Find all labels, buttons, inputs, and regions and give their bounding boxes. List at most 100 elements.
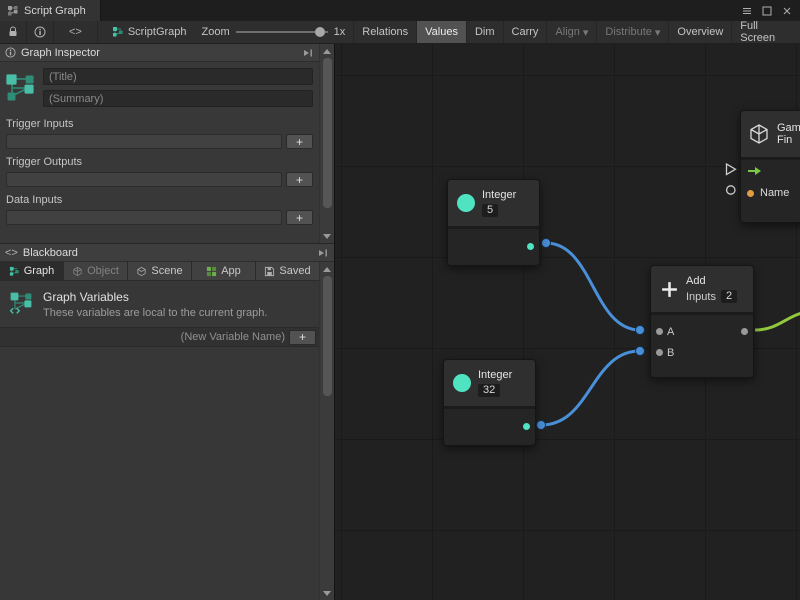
- output-port[interactable]: [523, 423, 530, 430]
- node-gameobject-find[interactable]: Gam Fin Name: [740, 110, 800, 223]
- add-trigger-output-button[interactable]: +: [286, 172, 313, 187]
- carry-button-label: Carry: [512, 26, 539, 38]
- node-integer-5[interactable]: Integer 5: [447, 179, 540, 266]
- tab-app-label: App: [221, 265, 241, 277]
- menu-icon: [742, 6, 752, 16]
- node-integer-32[interactable]: Integer 32: [443, 359, 536, 446]
- align-button[interactable]: Align ▾: [546, 21, 596, 43]
- window-tab-script-graph[interactable]: Script Graph: [0, 0, 101, 21]
- tab-scene[interactable]: Scene: [128, 262, 192, 280]
- input-port[interactable]: [727, 186, 735, 194]
- trigger-input-port[interactable]: [727, 164, 736, 175]
- graph-inspector-title: Graph Inspector: [21, 47, 100, 59]
- node-title-line1: Gam: [777, 122, 800, 134]
- node-title: Integer: [478, 369, 512, 381]
- blackboard-title: Blackboard: [23, 247, 78, 259]
- inputs-count-field[interactable]: 2: [721, 290, 737, 303]
- relations-button[interactable]: Relations: [353, 21, 416, 43]
- carry-button[interactable]: Carry: [503, 21, 547, 43]
- section-label: Trigger Outputs: [6, 151, 313, 172]
- variables-icon: [8, 290, 34, 316]
- graph-title-row: [0, 62, 319, 111]
- integer-value-field[interactable]: 32: [478, 384, 500, 397]
- chevron-down-icon: ▾: [583, 26, 589, 39]
- dim-button[interactable]: Dim: [466, 21, 503, 43]
- dock-button[interactable]: [317, 247, 329, 259]
- window-tab-title: Script Graph: [24, 5, 86, 17]
- output-port[interactable]: [542, 239, 551, 248]
- scroll-down-icon[interactable]: [321, 587, 334, 599]
- scroll-up-icon[interactable]: [321, 263, 334, 275]
- window-close-button[interactable]: [780, 4, 794, 18]
- node-add[interactable]: Add Inputs 2 A: [650, 265, 754, 378]
- add-variable-button[interactable]: +: [289, 330, 316, 345]
- add-trigger-input-button[interactable]: +: [286, 134, 313, 149]
- graph-breadcrumb-label: ScriptGraph: [128, 26, 187, 38]
- tab-graph[interactable]: Graph: [0, 262, 64, 280]
- left-panel: Graph Inspector: [0, 44, 335, 600]
- values-button-label: Values: [425, 26, 458, 38]
- overview-button[interactable]: Overview: [668, 21, 731, 43]
- tab-saved[interactable]: Saved: [256, 262, 319, 280]
- fullscreen-button[interactable]: Full Screen: [731, 21, 800, 43]
- input-port[interactable]: [636, 347, 645, 356]
- data-inputs-section: Data Inputs +: [0, 187, 319, 225]
- window-maximize-button[interactable]: [760, 4, 774, 18]
- info-icon: [34, 26, 46, 38]
- distribute-button[interactable]: Distribute ▾: [596, 21, 668, 43]
- scroll-up-icon[interactable]: [321, 45, 334, 57]
- inspector-scrollbar: [319, 44, 334, 243]
- input-port[interactable]: [747, 190, 754, 197]
- graph-variables-title: Graph Variables: [43, 290, 267, 304]
- graph-variables-header: Graph Variables These variables are loca…: [0, 281, 319, 327]
- add-data-input-button[interactable]: +: [286, 210, 313, 225]
- output-port[interactable]: [527, 243, 534, 250]
- window-menu-button[interactable]: [740, 4, 754, 18]
- graph-canvas[interactable]: Integer 5 Integer 32: [335, 44, 800, 600]
- wire-int2-to-add-b[interactable]: [541, 351, 640, 425]
- lock-button[interactable]: [0, 21, 27, 43]
- graph-icon: [7, 5, 19, 17]
- values-button[interactable]: Values: [416, 21, 466, 43]
- new-variable-row: +: [0, 327, 319, 347]
- edit-graph-button[interactable]: <>: [54, 21, 98, 43]
- graph-summary-input[interactable]: [43, 90, 313, 107]
- zoom-slider[interactable]: [236, 26, 328, 38]
- dock-button[interactable]: [302, 47, 314, 59]
- wire-add-output[interactable]: [755, 313, 800, 330]
- graph-title-input[interactable]: [43, 68, 313, 85]
- input-port[interactable]: [636, 326, 645, 335]
- graph-toolbar: <> ScriptGraph Zoom 1x Relations Values: [0, 21, 800, 44]
- scroll-thumb[interactable]: [323, 58, 332, 208]
- output-port[interactable]: [741, 328, 748, 335]
- input-port[interactable]: [656, 349, 663, 356]
- zoom-value: 1x: [334, 26, 346, 38]
- fullscreen-button-label: Full Screen: [740, 20, 792, 44]
- align-button-label: Align: [555, 26, 579, 38]
- tab-app[interactable]: App: [192, 262, 256, 280]
- node-title: Integer: [482, 189, 516, 201]
- trigger-inputs-section: Trigger Inputs +: [0, 111, 319, 149]
- trigger-arrow-icon[interactable]: [747, 166, 763, 176]
- distribute-button-label: Distribute: [605, 26, 651, 38]
- new-variable-input[interactable]: [3, 331, 285, 343]
- code-icon: <>: [5, 247, 18, 259]
- tab-object[interactable]: Object: [64, 262, 128, 280]
- input-port[interactable]: [656, 328, 663, 335]
- inputs-label: Inputs: [686, 291, 716, 303]
- scroll-thumb[interactable]: [323, 276, 332, 396]
- scroll-down-icon[interactable]: [321, 230, 334, 242]
- graph-breadcrumb[interactable]: ScriptGraph: [98, 21, 194, 43]
- tab-object-label: Object: [87, 265, 119, 277]
- node-title-line2: Fin: [777, 134, 800, 146]
- zoom-slider-handle[interactable]: [315, 27, 325, 37]
- blackboard-scrollbar: [319, 262, 334, 600]
- info-button[interactable]: [27, 21, 54, 43]
- wire-int1-to-add-a[interactable]: [546, 243, 640, 330]
- port-name-label: Name: [760, 187, 789, 199]
- output-port[interactable]: [537, 421, 546, 430]
- port-b-label: B: [667, 347, 674, 359]
- trigger-inputs-list: [6, 134, 282, 149]
- script-graph-icon: [112, 26, 124, 38]
- integer-value-field[interactable]: 5: [482, 204, 498, 217]
